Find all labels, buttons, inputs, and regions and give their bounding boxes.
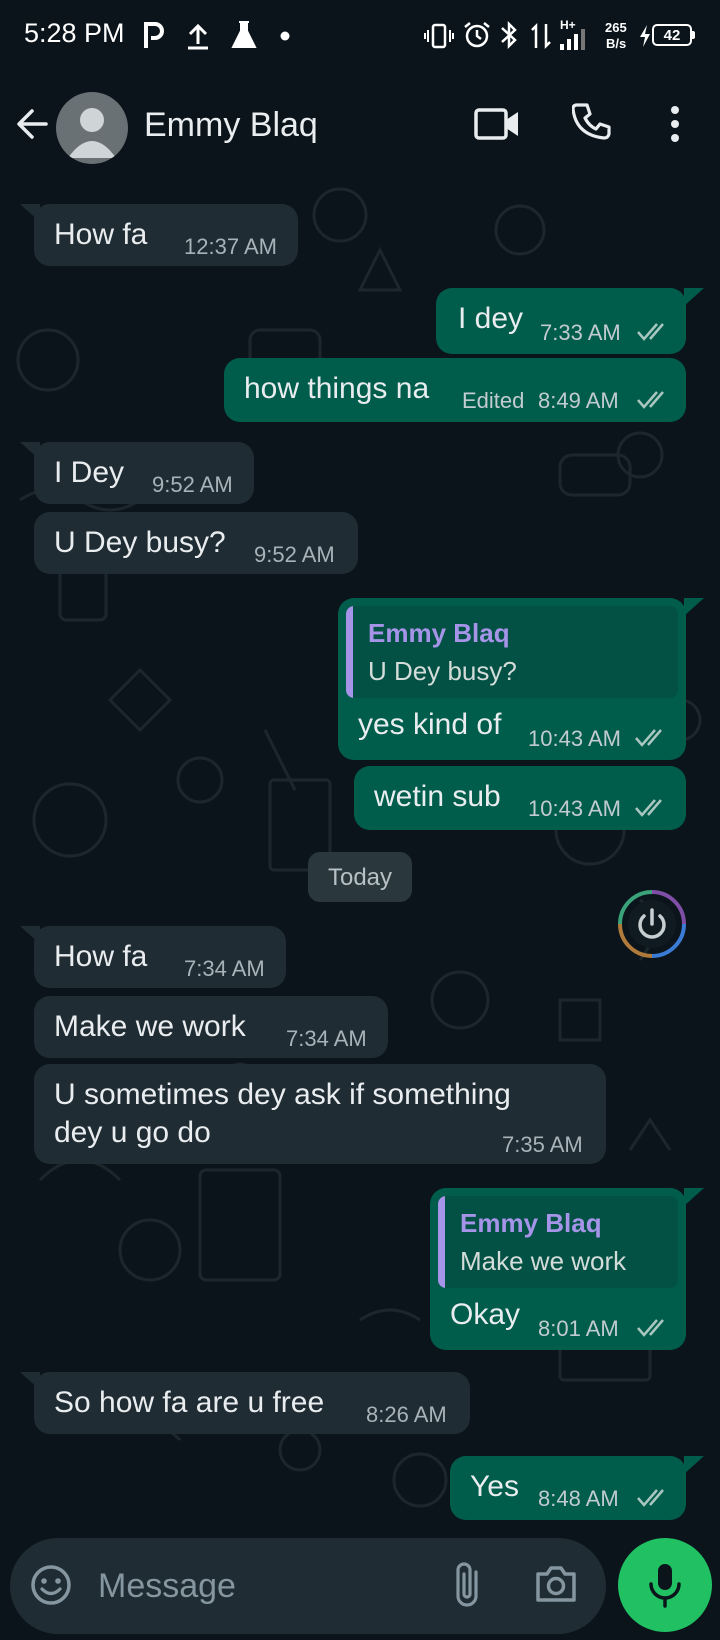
chat-header: Emmy Blaq (0, 72, 720, 184)
microphone-icon (649, 1564, 681, 1608)
battery-tip (692, 31, 695, 39)
message-text: How fa (54, 940, 148, 973)
bubble-tail (20, 1372, 40, 1390)
message-time: 12:37 AM (184, 234, 277, 259)
quoted-message[interactable]: Emmy Blaq Make we work (438, 1196, 678, 1288)
quoted-text: Make we work (460, 1246, 627, 1276)
message-text: How fa (54, 218, 148, 251)
default-avatar-icon (68, 108, 116, 158)
message-text: how things na (244, 372, 430, 405)
quoted-sender: Emmy Blaq (460, 1208, 602, 1238)
message-text: yes kind of (358, 708, 502, 741)
contact-name[interactable]: Emmy Blaq (144, 106, 318, 145)
signal-icon (560, 29, 585, 50)
message-text: Yes (470, 1470, 519, 1503)
vibrate-icon (424, 23, 454, 49)
emoji-icon[interactable] (28, 1562, 74, 1608)
message-time: 8:48 AM (538, 1486, 619, 1511)
incoming-message[interactable]: U sometimes dey ask if something dey u g… (34, 1064, 606, 1164)
double-check-read-icon (635, 799, 662, 817)
battery-level: 42 (663, 27, 681, 44)
double-check-read-icon (637, 1319, 664, 1337)
bluetooth-icon (501, 20, 517, 50)
incoming-message[interactable]: I Dey 9:52 AM (34, 442, 254, 504)
incoming-message[interactable]: So how fa are u free 8:26 AM (34, 1372, 470, 1434)
message-time: 9:52 AM (152, 472, 233, 497)
double-check-read-icon (637, 323, 664, 341)
message-text-line-2: dey u go do (54, 1116, 211, 1149)
outgoing-message[interactable]: how things na Edited 8:49 AM (224, 358, 686, 422)
battery-indicator: 42 (652, 24, 692, 46)
message-text-line-1: U sometimes dey ask if something (54, 1078, 511, 1111)
message-text: I dey (458, 302, 524, 335)
date-separator-label: Today (327, 864, 393, 891)
double-check-read-icon (637, 1489, 664, 1507)
message-composer (10, 1538, 606, 1634)
message-text: Okay (450, 1298, 521, 1331)
quote-accent-bar (346, 606, 353, 698)
outgoing-reply-message[interactable]: Emmy Blaq U Dey busy? yes kind of 10:43 … (338, 598, 686, 760)
message-text: U Dey busy? (54, 526, 226, 559)
camera-icon[interactable] (534, 1564, 578, 1604)
incoming-message[interactable]: Make we work 7:34 AM (34, 996, 388, 1058)
incoming-message[interactable]: U Dey busy? 9:52 AM (34, 512, 358, 574)
quoted-message[interactable]: Emmy Blaq U Dey busy? (346, 606, 678, 698)
flask-icon (231, 21, 257, 48)
message-time: 7:35 AM (502, 1132, 583, 1157)
bubble-tail (684, 288, 704, 306)
quote-accent-bar (438, 1196, 445, 1288)
message-time: 8:26 AM (366, 1402, 447, 1427)
more-vert-icon[interactable] (664, 104, 686, 144)
edited-label: Edited (462, 388, 525, 413)
message-time: 8:01 AM (538, 1316, 619, 1341)
outgoing-message[interactable]: I dey 7:33 AM (436, 288, 686, 354)
bubble-tail (20, 926, 40, 944)
message-text: I Dey (54, 456, 125, 489)
outgoing-reply-message[interactable]: Emmy Blaq Make we work Okay 8:01 AM (430, 1188, 686, 1350)
bubble-tail (684, 598, 704, 616)
message-time: 7:33 AM (540, 320, 621, 345)
bubble-tail (684, 1456, 704, 1474)
alarm-icon (464, 22, 490, 48)
double-check-read-icon (635, 729, 662, 747)
message-text: Make we work (54, 1010, 246, 1043)
network-speed-unit: B/s (606, 36, 627, 51)
upload-icon (188, 23, 208, 50)
network-speed-value: 265 (605, 20, 627, 35)
message-input[interactable] (96, 1552, 430, 1620)
bubble-tail (20, 442, 40, 460)
parking-icon (144, 22, 164, 48)
voice-message-button[interactable] (618, 1538, 712, 1632)
phone-icon[interactable] (572, 102, 612, 142)
double-check-read-icon (637, 391, 664, 409)
status-time: 5:28 PM (24, 18, 125, 48)
outgoing-message[interactable]: wetin sub 10:43 AM (354, 766, 686, 830)
quoted-sender: Emmy Blaq (368, 618, 510, 648)
power-icon[interactable] (614, 886, 690, 962)
message-time: 8:49 AM (538, 388, 619, 413)
bubble-tail (684, 1188, 704, 1206)
attach-icon[interactable] (452, 1560, 482, 1610)
message-time: 10:43 AM (528, 796, 621, 821)
avatar[interactable] (56, 92, 128, 164)
outgoing-message[interactable]: Yes 8:48 AM (450, 1456, 686, 1520)
message-time: 7:34 AM (184, 956, 265, 981)
video-call-icon[interactable] (474, 106, 520, 142)
message-time: 10:43 AM (528, 726, 621, 751)
status-bar: 5:28 PM H+ 265 B/s 42 (0, 0, 720, 72)
message-text: wetin sub (374, 780, 501, 813)
message-text: So how fa are u free (54, 1386, 325, 1419)
incoming-message[interactable]: How fa 7:34 AM (34, 926, 286, 988)
message-time: 9:52 AM (254, 542, 335, 567)
bubble-tail (20, 204, 40, 222)
charging-icon (640, 25, 650, 47)
back-arrow-icon[interactable] (12, 102, 56, 146)
data-transfer-icon (531, 22, 551, 50)
incoming-message[interactable]: How fa 12:37 AM (34, 204, 298, 266)
notification-dot-icon (280, 31, 290, 41)
quoted-text: U Dey busy? (368, 656, 517, 686)
date-separator: Today (308, 852, 412, 902)
message-time: 7:34 AM (286, 1026, 367, 1051)
